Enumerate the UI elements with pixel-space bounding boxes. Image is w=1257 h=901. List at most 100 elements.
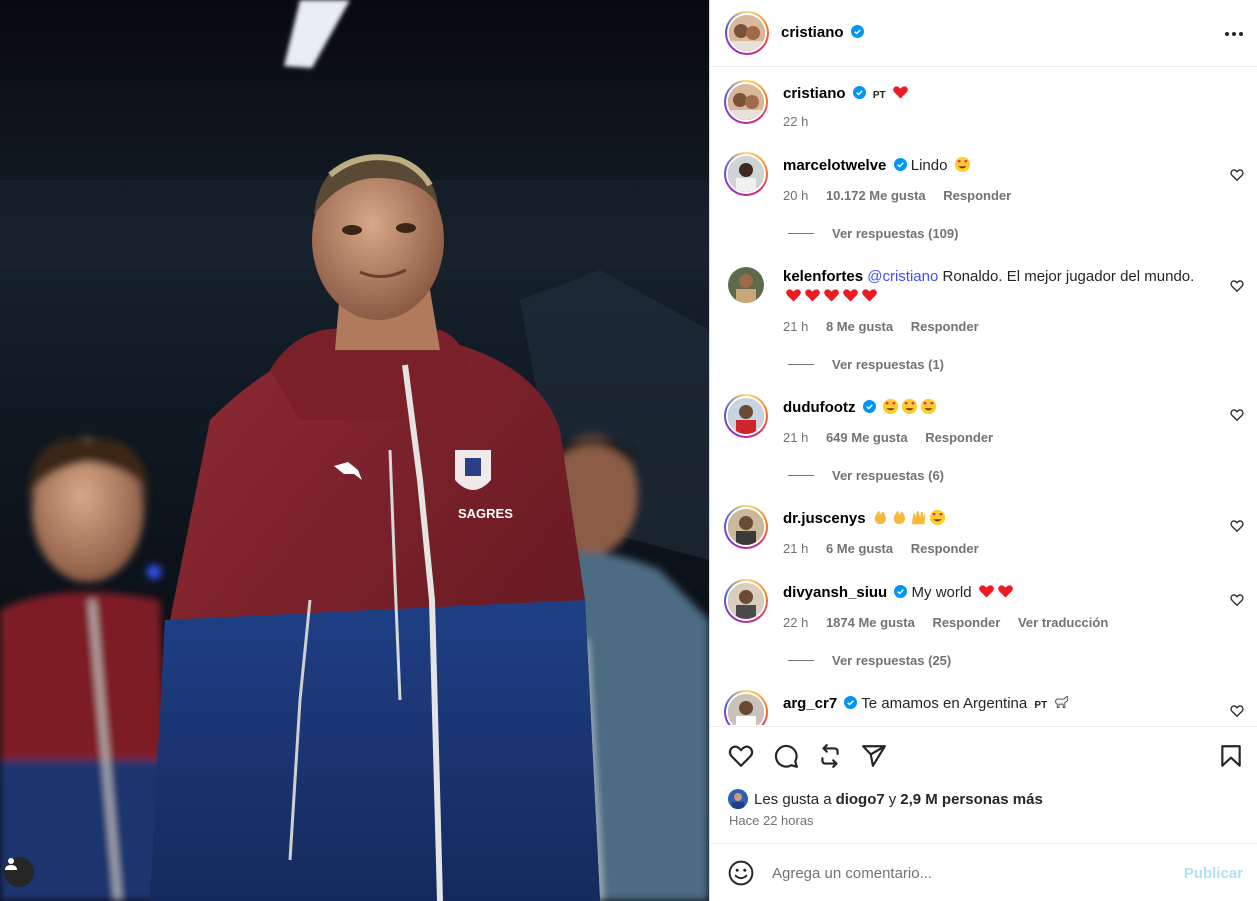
caption-avatar[interactable] xyxy=(724,80,768,124)
comment-like-button[interactable] xyxy=(1230,408,1244,422)
comment-time: 20 h xyxy=(783,188,809,203)
mention-link[interactable]: @cristiano xyxy=(867,268,938,285)
comment-likes[interactable]: 649 Me gusta xyxy=(826,430,908,445)
comment-username[interactable]: arg_cr7 xyxy=(783,695,837,712)
comments-list[interactable]: cristiano PT 22 h marcelotwelve Lindo 20… xyxy=(710,68,1257,725)
post-photo[interactable]: SAGRES xyxy=(0,0,709,901)
flag-pt: PT xyxy=(872,90,886,101)
comment-time: 21 h xyxy=(783,319,809,334)
reply-button[interactable]: Responder xyxy=(932,615,1000,630)
comment-likes[interactable]: 6 Me gusta xyxy=(826,541,893,556)
comment-like-button[interactable] xyxy=(1230,593,1244,607)
red-heart-emoji-icon xyxy=(805,289,820,302)
verified-icon xyxy=(844,696,858,709)
heart-eyes-emoji-icon xyxy=(920,398,936,415)
author-username[interactable]: cristiano xyxy=(781,24,864,41)
reply-button[interactable]: Responder xyxy=(911,319,979,334)
view-replies-button[interactable]: Ver respuestas (25) xyxy=(788,653,951,668)
comment-avatar[interactable] xyxy=(724,152,768,196)
comment-time: 22 h xyxy=(783,615,809,630)
heart-icon xyxy=(1230,409,1244,422)
comment-likes[interactable]: 1874 Me gusta xyxy=(826,615,915,630)
comment-like-button[interactable] xyxy=(1230,279,1244,293)
comment-avatar[interactable] xyxy=(724,579,768,623)
comment-like-button[interactable] xyxy=(1230,168,1244,182)
heart-icon[interactable] xyxy=(728,743,754,769)
translate-button[interactable]: Ver traducción xyxy=(1018,615,1108,630)
caption-time: 22 h xyxy=(783,114,809,129)
verified-icon xyxy=(862,400,876,413)
heart-icon xyxy=(1230,280,1244,293)
bookmark-icon[interactable] xyxy=(1218,743,1244,769)
verified-icon xyxy=(894,585,908,598)
heart-icon xyxy=(1230,594,1244,607)
comment-like-button[interactable] xyxy=(1230,704,1244,718)
goat-emoji-icon xyxy=(1055,696,1069,709)
flag-pt: PT xyxy=(1034,700,1048,711)
comment-text: Lindo xyxy=(910,157,948,174)
post-header: cristiano xyxy=(710,0,1257,67)
post-image: SAGRES xyxy=(0,0,709,901)
tagged-users-button[interactable] xyxy=(4,857,34,887)
red-heart-emoji-icon xyxy=(824,289,839,302)
heart-eyes-emoji-icon xyxy=(929,509,945,526)
comment-username[interactable]: dr.juscenys xyxy=(783,510,866,527)
red-heart-emoji-icon xyxy=(997,585,1013,598)
view-replies-button[interactable]: Ver respuestas (6) xyxy=(788,468,944,483)
red-heart-emoji-icon xyxy=(978,585,994,598)
heart-icon xyxy=(1230,705,1244,718)
verified-icon xyxy=(893,158,907,171)
author-avatar[interactable] xyxy=(725,11,769,55)
likes-count[interactable]: 2,9 M personas más xyxy=(900,791,1043,808)
emoji-icon[interactable] xyxy=(728,860,754,886)
raising-hands-emoji-icon xyxy=(911,511,926,525)
red-heart-emoji-icon xyxy=(786,289,801,302)
comment-time: 21 h xyxy=(783,541,809,556)
comment-icon[interactable] xyxy=(773,743,799,769)
heart-eyes-emoji-icon xyxy=(901,398,917,415)
comment-avatar[interactable] xyxy=(724,505,768,549)
heart-icon xyxy=(1230,520,1244,533)
heart-eyes-emoji-icon xyxy=(882,398,898,415)
comment-input[interactable] xyxy=(772,862,1162,884)
comment-username[interactable]: divyansh_siuu xyxy=(783,584,887,601)
heart-icon xyxy=(1230,169,1244,182)
comment-avatar[interactable] xyxy=(728,267,764,303)
red-heart-emoji-icon xyxy=(843,289,858,302)
comment-username[interactable]: kelenfortes xyxy=(783,268,863,285)
post-sidebar: cristiano cristiano PT 22 h marcelotwelv… xyxy=(709,0,1257,901)
hearts-emoji-row xyxy=(783,288,878,305)
reply-button[interactable]: Responder xyxy=(925,430,993,445)
view-replies-button[interactable]: Ver respuestas (109) xyxy=(788,226,958,241)
comment-composer: Publicar xyxy=(710,843,1257,901)
caption-username[interactable]: cristiano xyxy=(783,85,846,102)
user-icon xyxy=(5,858,17,870)
red-heart-emoji-icon xyxy=(862,289,877,302)
comment-avatar[interactable] xyxy=(724,690,768,725)
send-icon[interactable] xyxy=(861,743,887,769)
likes-summary[interactable]: Les gusta a diogo7 y 2,9 M personas más xyxy=(728,789,1047,809)
likes-prefix: Les gusta a xyxy=(754,790,832,808)
comment-username[interactable]: marcelotwelve xyxy=(783,157,886,174)
liker-avatar xyxy=(728,789,748,809)
svg-text:SAGRES: SAGRES xyxy=(458,506,513,521)
reply-button[interactable]: Responder xyxy=(911,541,979,556)
reply-button[interactable]: Responder xyxy=(943,188,1011,203)
red-heart-emoji-icon xyxy=(892,86,908,99)
comment-username[interactable]: dudufootz xyxy=(783,399,855,416)
comment-like-button[interactable] xyxy=(1230,519,1244,533)
view-replies-button[interactable]: Ver respuestas (1) xyxy=(788,357,944,372)
comment-avatar[interactable] xyxy=(724,394,768,438)
repost-icon[interactable] xyxy=(817,743,843,769)
publish-button[interactable]: Publicar xyxy=(1184,865,1243,882)
comment-text: Te amamos en Argentina xyxy=(861,695,1028,712)
verified-icon xyxy=(850,25,864,38)
post-timestamp[interactable]: Hace 22 horas xyxy=(729,813,814,828)
comment-likes[interactable]: 10.172 Me gusta xyxy=(826,188,926,203)
clapping-hands-emoji-icon xyxy=(874,511,886,525)
comment-likes[interactable]: 8 Me gusta xyxy=(826,319,893,334)
liker-username[interactable]: diogo7 xyxy=(836,791,885,808)
comment-time: 21 h xyxy=(783,430,809,445)
more-options-button[interactable] xyxy=(1222,22,1246,46)
comment-text: My world xyxy=(911,584,972,601)
